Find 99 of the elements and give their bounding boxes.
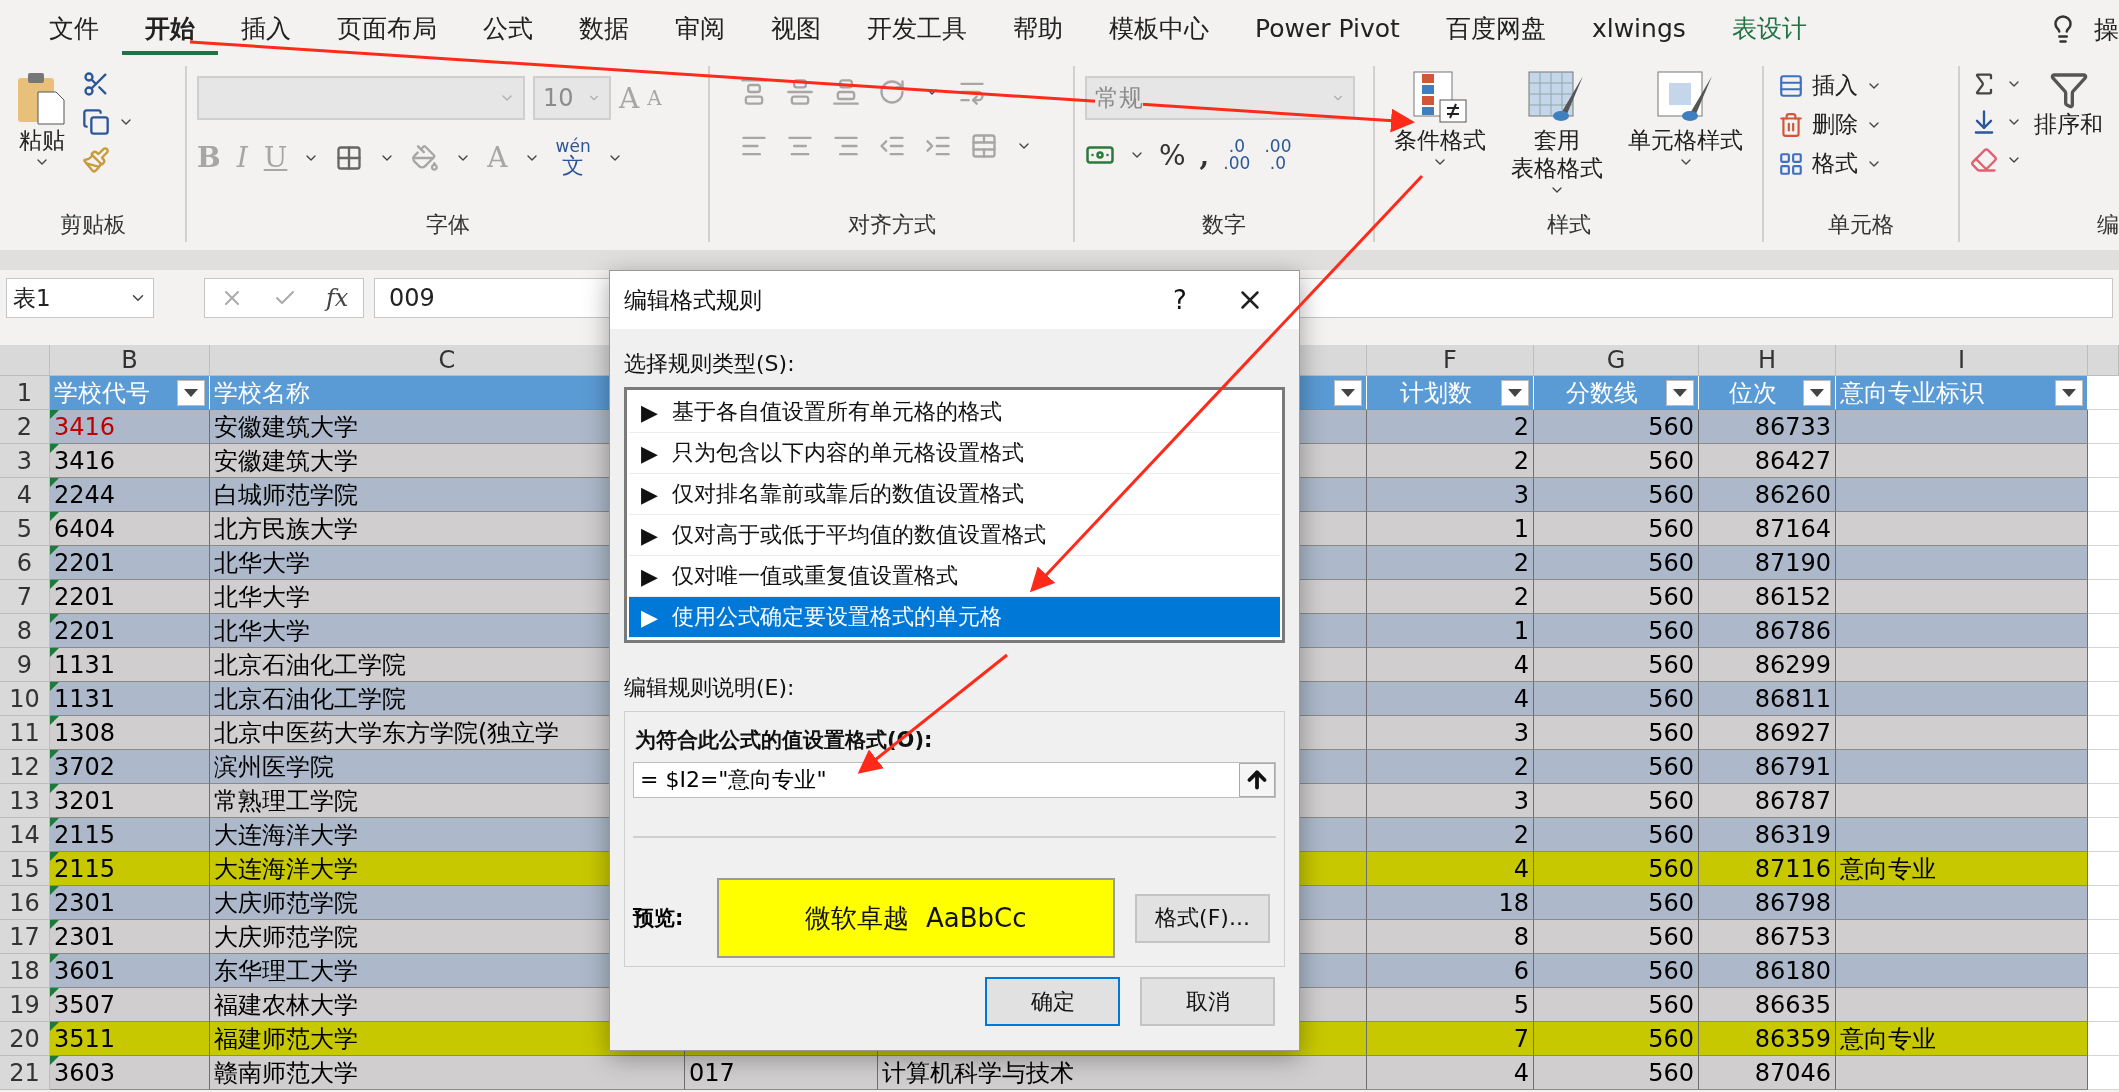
table-cell: 560 (1534, 954, 1699, 988)
table-cell: 560 (1534, 716, 1699, 750)
table-cell: 560 (1534, 750, 1699, 784)
table-cell: 560 (1534, 784, 1699, 818)
table-cell: 3507 (50, 988, 210, 1022)
table-cell: 3 (1367, 784, 1534, 818)
table-cell: 560 (1534, 886, 1699, 920)
table-cell: 86798 (1699, 886, 1836, 920)
table-cell: 1 (1367, 614, 1534, 648)
dialog-title: 编辑格式规则 (624, 285, 763, 315)
group-label: 对齐方式 (846, 211, 937, 239)
table-cell: 560 (1534, 682, 1699, 716)
table-cell: 7 (1367, 1022, 1534, 1056)
group-label: 样式 (1545, 211, 1592, 239)
table-cell: 560 (1534, 410, 1699, 444)
table-cell: 2 (1367, 580, 1534, 614)
table-cell: 2 (1367, 750, 1534, 784)
table-cell: 2115 (50, 852, 210, 886)
table-cell: 意向专业 (1836, 852, 2088, 886)
table-cell: 4 (1367, 852, 1534, 886)
table-cell: 4 (1367, 1056, 1534, 1090)
table-cell: 86427 (1699, 444, 1836, 478)
table-cell: 560 (1534, 818, 1699, 852)
table-cell: 2201 (50, 546, 210, 580)
table-cell: 2115 (50, 818, 210, 852)
table-cell: 86787 (1699, 784, 1836, 818)
table-cell: 计算机科学与技术 (878, 1056, 1367, 1090)
table-cell: 6404 (50, 512, 210, 546)
table-cell: 86927 (1699, 716, 1836, 750)
table-cell: 1131 (50, 682, 210, 716)
format-preview: 微软卓越 AaBbCc (717, 878, 1115, 958)
table-cell: 86811 (1699, 682, 1836, 716)
table-cell: 3 (1367, 716, 1534, 750)
table-cell: 2201 (50, 614, 210, 648)
table-cell: 意向专业 (1836, 1022, 2088, 1056)
table-cell: 86791 (1699, 750, 1836, 784)
table-cell: 86359 (1699, 1022, 1836, 1056)
table-cell: 560 (1534, 1022, 1699, 1056)
table-cell: 560 (1534, 444, 1699, 478)
table-cell: 赣南师范大学 (210, 1056, 685, 1090)
table-cell: 560 (1534, 580, 1699, 614)
table-cell: 560 (1534, 478, 1699, 512)
table-cell: 3603 (50, 1056, 210, 1090)
table-cell: 2 (1367, 444, 1534, 478)
table-cell: 3416 (50, 410, 210, 444)
group-label: 单元格 (1827, 211, 1895, 239)
table-cell: 86786 (1699, 614, 1836, 648)
table-cell: 1 (1367, 512, 1534, 546)
table-cell: 2 (1367, 818, 1534, 852)
group-label: 编 (2096, 211, 2119, 239)
table-cell: 86299 (1699, 648, 1836, 682)
table-header-cell: 学校代号 (50, 376, 210, 410)
table-cell: 86635 (1699, 988, 1836, 1022)
table-cell: 560 (1534, 512, 1699, 546)
table-cell: 1308 (50, 716, 210, 750)
table-cell: 2244 (50, 478, 210, 512)
table-cell: 560 (1534, 988, 1699, 1022)
table-cell: 86319 (1699, 818, 1836, 852)
table-cell: 2 (1367, 410, 1534, 444)
table-header-cell: 意向专业标识 (1836, 376, 2088, 410)
table-cell: 18 (1367, 886, 1534, 920)
table-cell: 86180 (1699, 954, 1836, 988)
table-cell: 560 (1534, 852, 1699, 886)
table-header-cell: 分数线 (1534, 376, 1699, 410)
table-cell: 017 (685, 1056, 878, 1090)
table-cell: 86733 (1699, 410, 1836, 444)
table-header-cell: 计划数 (1367, 376, 1534, 410)
table-cell: 2301 (50, 886, 210, 920)
table-cell: 2301 (50, 920, 210, 954)
table-cell: 2201 (50, 580, 210, 614)
table-cell: 86753 (1699, 920, 1836, 954)
table-cell: 3201 (50, 784, 210, 818)
table-cell: 3601 (50, 954, 210, 988)
table-cell: 87190 (1699, 546, 1836, 580)
table-cell: 87116 (1699, 852, 1836, 886)
table-header-cell: 位次 (1699, 376, 1836, 410)
table-cell: 5 (1367, 988, 1534, 1022)
group-label: 剪贴板 (58, 211, 127, 239)
table-cell: 4 (1367, 682, 1534, 716)
table-cell: 560 (1534, 1056, 1699, 1090)
table-cell: 86152 (1699, 580, 1836, 614)
table-cell: 6 (1367, 954, 1534, 988)
table-cell: 3416 (50, 444, 210, 478)
table-cell: 560 (1534, 920, 1699, 954)
table-cell: 560 (1534, 614, 1699, 648)
table-cell: 87164 (1699, 512, 1836, 546)
table-cell: 1131 (50, 648, 210, 682)
group-label: 数字 (1201, 211, 1247, 239)
table-cell: 2 (1367, 546, 1534, 580)
table-cell: 4 (1367, 648, 1534, 682)
table-cell: 86260 (1699, 478, 1836, 512)
table-cell: 560 (1534, 546, 1699, 580)
table-cell: 3 (1367, 478, 1534, 512)
group-label: 字体 (424, 211, 471, 239)
table-cell: 3702 (50, 750, 210, 784)
table-cell: 8 (1367, 920, 1534, 954)
table-cell: 87046 (1699, 1056, 1836, 1090)
table-cell: 3511 (50, 1022, 210, 1056)
table-cell: 560 (1534, 648, 1699, 682)
